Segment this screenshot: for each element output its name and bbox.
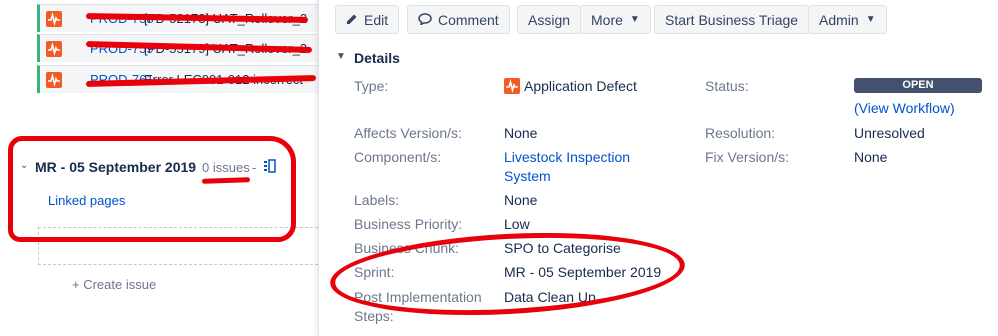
view-workflow-link[interactable]: View Workflow — [859, 100, 950, 116]
fix-version-value: None — [854, 149, 888, 165]
start-triage-label: Start Business Triage — [665, 11, 799, 28]
component-link[interactable]: Livestock Inspection — [504, 149, 630, 165]
details-heading: Details — [354, 50, 400, 66]
pencil-icon — [346, 12, 358, 28]
resolution-value: Unresolved — [854, 125, 925, 141]
assign-button[interactable]: Assign — [517, 5, 582, 34]
status-label: Status: — [705, 78, 749, 94]
admin-label: Admin — [819, 11, 859, 28]
business-priority-value: Low — [504, 216, 530, 232]
create-issue-button[interactable]: + Create issue — [72, 277, 156, 292]
chevron-down-icon: ▼ — [336, 51, 346, 62]
speech-bubble-icon — [418, 12, 432, 28]
comment-label: Comment — [438, 11, 499, 28]
type-value: Application Defect — [524, 78, 637, 94]
view-workflow: (View Workflow) — [854, 100, 955, 116]
affects-version-value: None — [504, 125, 538, 141]
component-label: Component/s: — [354, 149, 442, 165]
comment-button[interactable]: Comment — [407, 5, 510, 34]
edit-button[interactable]: Edit — [335, 5, 400, 34]
resolution-label: Resolution: — [705, 125, 776, 141]
affects-version-label: Affects Version/s: — [354, 125, 462, 141]
application-defect-icon — [504, 78, 520, 94]
more-button[interactable]: More ▼ — [580, 5, 651, 34]
assign-label: Assign — [528, 11, 571, 28]
annotation-box — [8, 136, 296, 242]
labels-value: None — [504, 192, 538, 208]
chevron-down-icon: ▼ — [865, 14, 876, 25]
status-badge: OPEN — [854, 78, 982, 93]
chevron-down-icon: ▼ — [629, 14, 640, 25]
paren-close: ) — [949, 100, 955, 116]
fix-version-label: Fix Version/s: — [705, 149, 790, 165]
start-business-triage-button[interactable]: Start Business Triage — [654, 5, 810, 34]
edit-label: Edit — [364, 11, 389, 28]
more-label: More — [591, 11, 623, 28]
post-implementation-label-line2: Steps: — [354, 308, 394, 324]
type-label: Type: — [354, 78, 389, 94]
backlog-panel: PROD-758 [FD-52173] UAT_Rollover_2 PROD-… — [0, 0, 318, 336]
application-defect-icon — [46, 11, 62, 27]
business-priority-label: Business Priority: — [354, 216, 463, 232]
application-defect-icon — [46, 72, 62, 88]
admin-button[interactable]: Admin ▼ — [808, 5, 887, 34]
component-link-line2[interactable]: System — [504, 168, 551, 184]
labels-label: Labels: — [354, 192, 400, 208]
application-defect-icon — [46, 41, 62, 57]
issue-detail-panel: Edit Comment Assign More ▼ Start Busines… — [318, 0, 998, 336]
